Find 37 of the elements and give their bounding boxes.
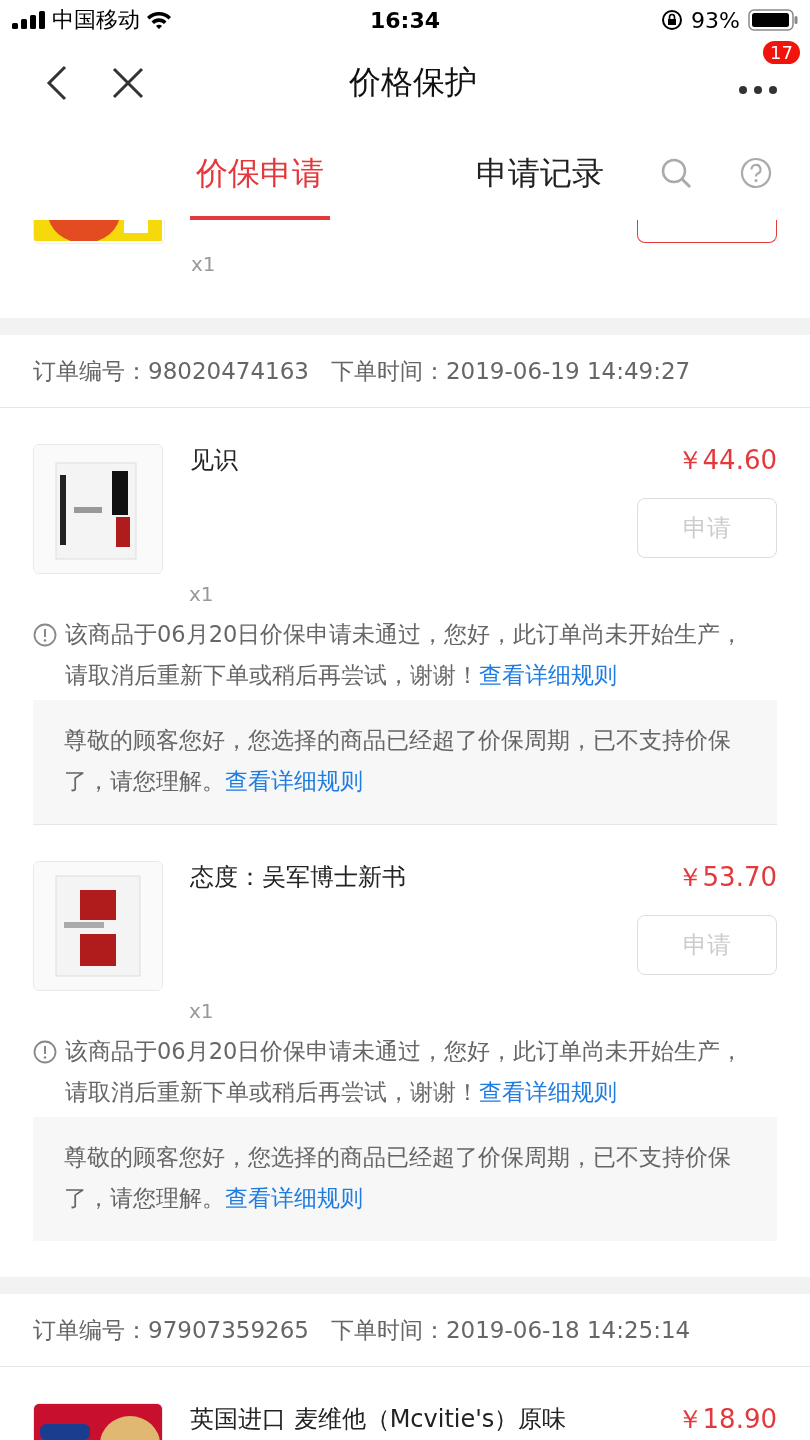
rejection-notice: 该商品于06月20日价保申请未通过，您好，此订单尚未开始生产，请取消后重新下单或稍后再尝试，谢谢！查看详细规则 [65, 620, 745, 690]
rules-link[interactable]: 查看详细规则 [479, 1079, 617, 1105]
warning-icon [33, 1040, 57, 1064]
battery-icon [748, 9, 798, 31]
back-icon[interactable] [46, 64, 68, 101]
product-name: 见识 [190, 445, 239, 476]
notification-badge: 17 [761, 38, 802, 66]
signal-icon [12, 11, 46, 29]
battery-percent: 93% [691, 7, 740, 33]
quantity-text: x1 [189, 999, 214, 1023]
expired-notice: 尊敬的顾客您好，您选择的商品已经超了价保周期，已不支持价保了，请您理解。查看详细规则 [33, 700, 777, 824]
product-price: ￥44.60 [676, 444, 777, 476]
order-time: 下单时间：2019-06-18 14:25:14 [330, 1315, 691, 1345]
order-number: 订单编号：98020474163 [33, 356, 309, 386]
quantity-text: x1 [189, 582, 214, 606]
tab[interactable]: 申请记录 [470, 125, 610, 220]
product-price: ￥18.90 [676, 1403, 777, 1435]
product-name: 态度：吴军博士新书 [190, 862, 407, 893]
tab[interactable]: 价保申请 [190, 125, 330, 220]
status-time: 16:34 [370, 7, 440, 33]
expired-notice: 尊敬的顾客您好，您选择的商品已经超了价保周期，已不支持价保了，请您理解。查看详细规则 [33, 1117, 777, 1241]
quantity-text: x1 [191, 252, 217, 276]
rotation-lock-icon [661, 9, 684, 31]
rejection-notice: 该商品于06月20日价保申请未通过，您好，此订单尚未开始生产，请取消后重新下单或稍后再尝试，谢谢！查看详细规则 [65, 1037, 745, 1107]
order-number: 订单编号：97907359265 [33, 1315, 309, 1345]
order-time: 下单时间：2019-06-19 14:49:27 [330, 356, 691, 386]
product-price: ￥53.70 [676, 861, 777, 893]
wifi-icon [146, 10, 172, 30]
rules-link[interactable]: 查看详细规则 [225, 1185, 363, 1211]
apply-button[interactable] [637, 220, 777, 243]
warning-icon [33, 623, 57, 647]
product-name: 英国进口 麦维他（Mcvitie's）原味 [190, 1404, 568, 1435]
rules-link[interactable]: 查看详细规则 [479, 662, 617, 688]
rules-link[interactable]: 查看详细规则 [225, 768, 363, 794]
carrier-name: 中国移动 [52, 6, 140, 34]
close-icon[interactable] [112, 66, 144, 99]
page-title: 价格保护 [348, 61, 478, 103]
